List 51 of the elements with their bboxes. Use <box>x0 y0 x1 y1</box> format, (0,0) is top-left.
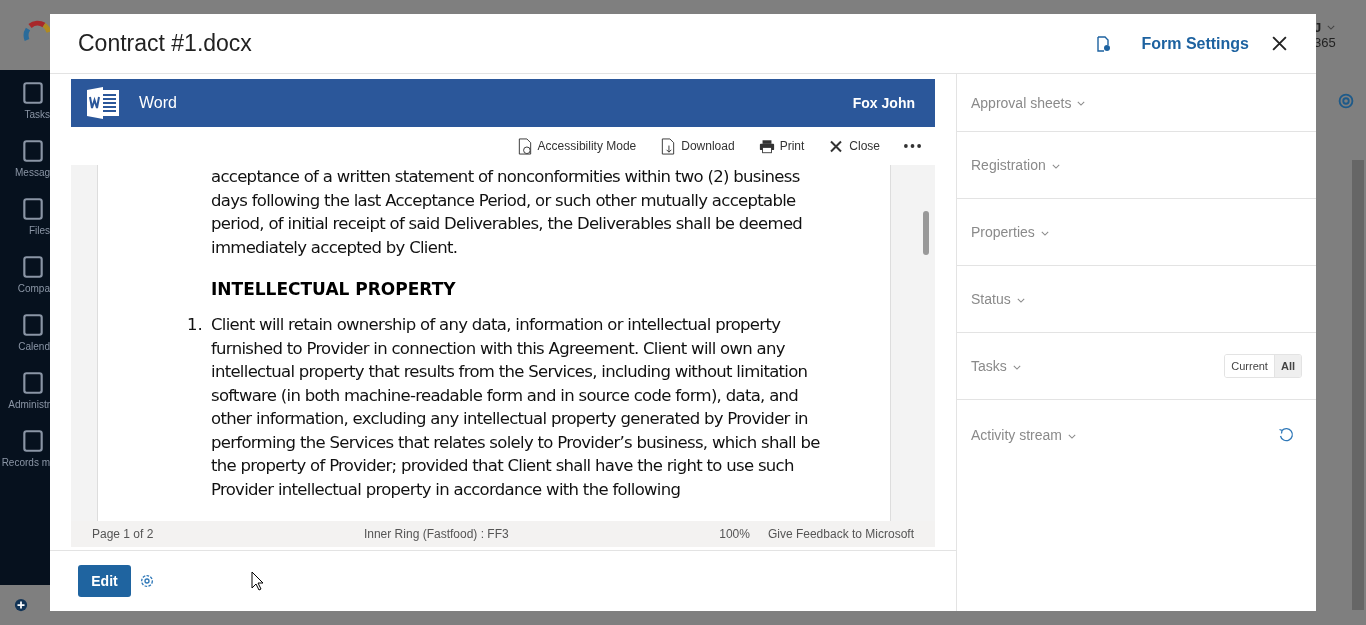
mouse-cursor-icon <box>251 571 263 591</box>
document-paragraph: acceptance of a written statement of nonconformities within two (2) business days following the last Acceptance Period, or such other mutually acceptable period, of initial receipt of said Deliverables, the Deliverables shall be deemed immediately accepted by Client. <box>211 166 804 259</box>
user-subtitle: 365 <box>1314 35 1336 50</box>
toolbar-button[interactable]: Accessibility Mode <box>516 137 637 155</box>
user-name: Fox John <box>852 95 915 111</box>
refresh-icon[interactable] <box>1278 427 1294 443</box>
document-icon[interactable] <box>1095 35 1112 52</box>
toolbar-button[interactable]: Close <box>828 137 880 155</box>
chevron-down-icon <box>1051 163 1060 169</box>
scrollbar-thumb[interactable] <box>923 211 929 255</box>
toolbar-button[interactable]: Download <box>660 137 735 155</box>
printer-icon <box>758 137 775 155</box>
chevron-down-icon <box>1016 297 1025 303</box>
app-name: Word <box>139 94 178 112</box>
form-settings-link[interactable]: Form Settings <box>1141 34 1249 53</box>
chevron-down-icon <box>1012 364 1021 370</box>
list-number: 1. <box>187 314 204 336</box>
section-heading: INTELLECTUAL PROPERTY <box>211 279 457 299</box>
sidebar-label[interactable]: Tasks <box>24 109 50 120</box>
sidebar-label[interactable]: Files <box>28 225 50 236</box>
download-icon <box>660 137 677 155</box>
page-scrollbar[interactable] <box>1352 160 1364 610</box>
sidebar-label[interactable]: Records m <box>1 457 50 468</box>
chevron-down-icon <box>1327 25 1336 30</box>
sidebar-label[interactable]: Administr <box>8 399 50 410</box>
more-icon[interactable] <box>904 144 921 148</box>
section-toggle[interactable]: Registration <box>971 157 1060 173</box>
section-toggle[interactable]: Status <box>971 291 1025 307</box>
page-count: Page 1 of 2 <box>92 527 154 541</box>
toolbar-button[interactable]: Print <box>758 137 805 155</box>
word-logo-icon <box>85 85 121 121</box>
section-toggle[interactable]: Properties <box>971 224 1049 240</box>
chevron-down-icon <box>1077 101 1086 107</box>
chevron-down-icon <box>1068 433 1076 439</box>
add-icon[interactable] <box>14 598 28 612</box>
sidebar-label[interactable]: Calend <box>18 341 50 352</box>
document-icon <box>516 137 533 155</box>
window-title: Contract #1.docx <box>78 30 253 57</box>
filter-tab[interactable]: All <box>1273 355 1301 377</box>
feedback-link[interactable]: Give Feedback to Microsoft <box>767 527 914 541</box>
section-toggle[interactable]: Tasks <box>971 358 1021 374</box>
chevron-down-icon <box>1040 230 1049 236</box>
ring-info: Inner Ring (Fastfood) : FF3 <box>362 527 510 541</box>
list-item-text: Client will retain ownership of any data, information or intellectual property furnished to Provider in connection with this Agreement. Client will own any intellectual property that results from the Services, including without limitation software (in both machine-readable form and in source code form), data, and other information, excluding any intellectual property generated by Provider in performing the Services that relates solely to Provider’s business, which shall be the property of Provider; provided that Client shall have the right to use such Provider intellectual property in accordance with the following <box>211 314 821 501</box>
sidebar-label[interactable]: Messag <box>15 167 50 178</box>
section-toggle[interactable]: Activity stream <box>971 427 1076 443</box>
sidebar-label[interactable]: Compa <box>17 283 50 294</box>
close-icon[interactable] <box>1271 35 1288 52</box>
section-toggle[interactable]: Approval sheets <box>971 94 1086 111</box>
edit-button[interactable]: Edit <box>78 565 131 597</box>
zoom-level[interactable]: 100% <box>719 527 750 541</box>
